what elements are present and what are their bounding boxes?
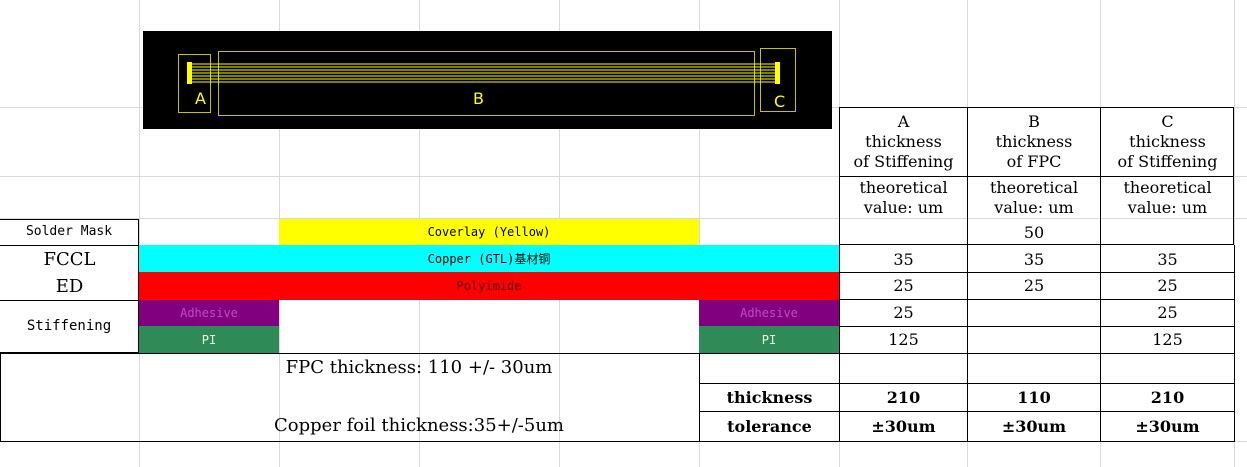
header-col-b: B thickness of FPC (995, 112, 1073, 171)
polyimide-value-a: 25 (893, 276, 914, 295)
ed-label: ED (55, 275, 84, 297)
pi-value-c: 125 (1152, 330, 1183, 349)
tolerance-value-c: ±30um (1135, 416, 1200, 436)
row-line-441 (0, 441, 1235, 442)
left-note-border (0, 353, 1, 442)
header-col-c: C thickness of Stiffening (1117, 112, 1218, 171)
pi-left-label: PI (201, 332, 217, 347)
header-col-a: A thickness of Stiffening (853, 112, 954, 171)
coverlay-label: Coverlay (Yellow) (427, 225, 551, 239)
adhesive-value-c: 25 (1157, 303, 1178, 322)
copper-foil-note: Copper foil thickness:35+/-5um (274, 415, 564, 437)
adhesive-value-a: 25 (893, 303, 914, 322)
pi-left-band: PI (139, 326, 279, 353)
unit-col-a: theoretical value: um (859, 178, 948, 217)
thickness-value-c: 210 (1150, 387, 1185, 407)
coverlay-band: Coverlay (Yellow) (279, 219, 699, 245)
diagram-label-a: A (195, 89, 206, 108)
thickness-value-a: 210 (886, 387, 921, 407)
fpc-thickness-note: FPC thickness: 110 +/- 30um (285, 357, 553, 379)
copper-value-b: 35 (1023, 249, 1045, 269)
copper-value-c: 35 (1157, 249, 1178, 269)
tolerance-value-b: ±30um (1001, 416, 1067, 436)
copper-value-a: 35 (893, 249, 914, 269)
tolerance-value-a: ±30um (871, 416, 936, 436)
adhesive-left-label: Adhesive (180, 306, 238, 320)
adhesive-left-band: Adhesive (139, 300, 279, 326)
copper-band: Copper (GTL)基材铜 (139, 245, 839, 272)
pi-right-label: PI (761, 332, 777, 347)
pi-right-band: PI (699, 326, 839, 353)
stiffening-label: Stiffening (0, 300, 139, 353)
adhesive-right-band: Adhesive (699, 300, 839, 326)
unit-col-b: theoretical value: um (989, 178, 1079, 217)
unit-col-c: theoretical value: um (1123, 178, 1212, 217)
diagram-label-b: B (473, 89, 484, 108)
pi-value-a: 125 (888, 330, 919, 349)
copper-label: Copper (GTL)基材铜 (427, 252, 551, 266)
solder-mask-label: Solder Mask (0, 219, 139, 245)
fpc-diagram: A B C (143, 31, 832, 129)
coverlay-value-b: 50 (1023, 222, 1045, 242)
fpc-outline-drawing (178, 48, 796, 116)
thickness-value-b: 110 (1017, 387, 1051, 407)
adhesive-right-label: Adhesive (740, 306, 798, 320)
polyimide-band: Polyimide (139, 272, 839, 300)
polyimide-label: Polyimide (456, 279, 522, 293)
fccl-label: FCCL (43, 248, 96, 270)
tolerance-label: tolerance (727, 416, 812, 436)
diagram-label-c: C (774, 92, 786, 111)
polyimide-value-b: 25 (1023, 276, 1045, 295)
thickness-label: thickness (726, 387, 813, 407)
polyimide-value-c: 25 (1157, 276, 1178, 295)
